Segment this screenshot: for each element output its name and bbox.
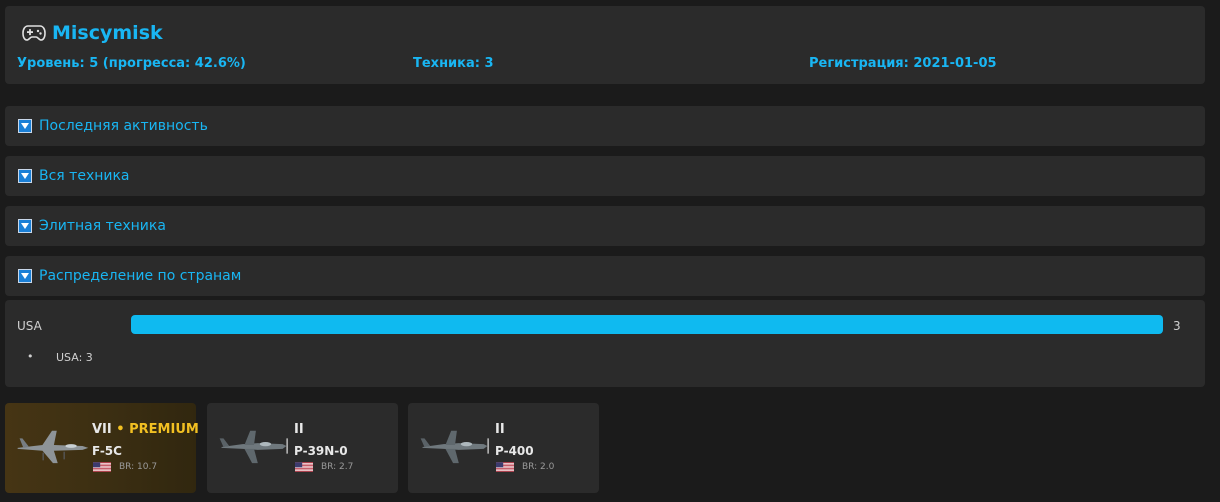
prop-aircraft-icon xyxy=(215,425,293,467)
section-label: Вся техника xyxy=(39,168,130,184)
country-bar xyxy=(131,315,1163,334)
section-country-distribution[interactable]: Распределение по странам xyxy=(5,256,1205,296)
premium-badge: PREMIUM xyxy=(129,422,199,437)
jet-aircraft-icon xyxy=(13,425,91,467)
vehicle-tier: VII xyxy=(92,422,112,437)
usa-flag-icon xyxy=(496,461,514,473)
list-item: USA: 3 xyxy=(27,350,93,364)
usa-flag-icon xyxy=(93,461,111,473)
gamepad-icon xyxy=(19,22,49,44)
vehicle-card-p-39n-0[interactable]: II P-39N-0 BR: 2.7 xyxy=(207,403,398,493)
country-bar-track xyxy=(131,315,1163,334)
section-elite-vehicles[interactable]: Элитная техника xyxy=(5,206,1205,246)
collapse-toggle-icon[interactable] xyxy=(18,269,32,283)
vehicle-battle-rating: BR: 2.7 xyxy=(321,462,354,472)
player-header: Miscymisk Уровень: 5 (прогресса: 42.6%) … xyxy=(5,6,1205,84)
country-list: USA: 3 xyxy=(27,350,93,364)
prop-aircraft-icon xyxy=(416,425,494,467)
collapse-toggle-icon[interactable] xyxy=(18,169,32,183)
section-recent-activity[interactable]: Последняя активность xyxy=(5,106,1205,146)
vehicle-battle-rating: BR: 10.7 xyxy=(119,462,158,472)
player-vehicle-count: Техника: 3 xyxy=(413,56,494,71)
player-title: Miscymisk xyxy=(19,18,163,48)
tier-separator: • xyxy=(116,422,125,437)
vehicle-name: P-400 xyxy=(495,444,534,458)
vehicle-card-f-5c[interactable]: VII • PREMIUM F-5C BR: 10.7 xyxy=(5,403,199,493)
section-label: Распределение по странам xyxy=(39,268,242,284)
vehicle-battle-rating: BR: 2.0 xyxy=(522,462,555,472)
player-registration-date: Регистрация: 2021-01-05 xyxy=(809,56,997,71)
vehicle-name: P-39N-0 xyxy=(294,444,348,458)
vehicle-tier: II xyxy=(294,422,304,437)
section-label: Элитная техника xyxy=(39,218,166,234)
country-count: 3 xyxy=(1173,319,1181,333)
country-distribution-panel: USA 3 USA: 3 xyxy=(5,300,1205,387)
vehicle-name: F-5C xyxy=(92,444,122,458)
collapse-toggle-icon[interactable] xyxy=(18,119,32,133)
section-label: Последняя активность xyxy=(39,118,208,134)
player-level: Уровень: 5 (прогресса: 42.6%) xyxy=(17,56,246,71)
vehicle-tier-line: VII • PREMIUM xyxy=(92,422,199,437)
vehicle-tier: II xyxy=(495,422,505,437)
vehicle-card-p-400[interactable]: II P-400 BR: 2.0 xyxy=(408,403,599,493)
collapse-toggle-icon[interactable] xyxy=(18,219,32,233)
country-name: USA xyxy=(17,319,42,333)
usa-flag-icon xyxy=(295,461,313,473)
player-name: Miscymisk xyxy=(52,22,163,44)
section-all-vehicles[interactable]: Вся техника xyxy=(5,156,1205,196)
